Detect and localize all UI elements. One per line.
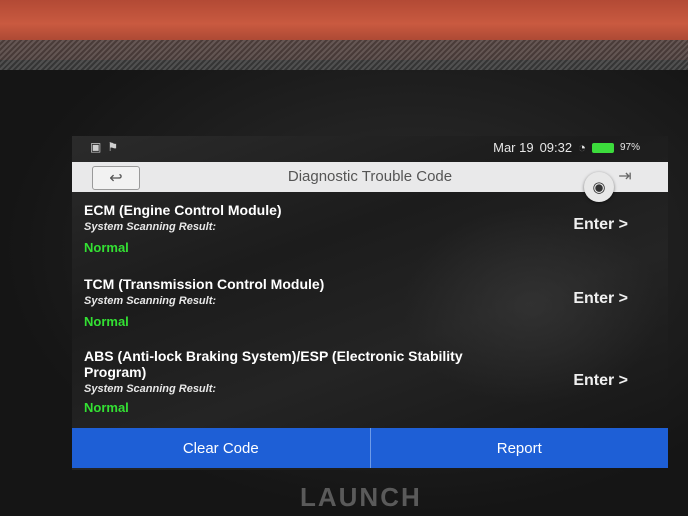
clear-code-button[interactable]: Clear Code <box>72 428 370 468</box>
scan-label: System Scanning Result: <box>84 221 217 233</box>
enter-button[interactable]: Enter > <box>573 216 628 234</box>
scan-result: Normal <box>84 240 129 255</box>
module-name: TCM (Transmission Control Module) <box>84 276 325 292</box>
enter-button[interactable]: Enter > <box>573 290 628 308</box>
module-row-tcm[interactable]: TCM (Transmission Control Module) System… <box>84 276 644 329</box>
page-title: Diagnostic Trouble Code <box>287 168 453 185</box>
module-name: ABS (Anti-lock Braking System)/ESP (Elec… <box>84 348 463 380</box>
scan-label: System Scanning Result: <box>84 383 217 395</box>
camera-icon: ◉ <box>592 179 606 196</box>
battery-level: 97% <box>619 142 640 153</box>
title-bar: ↩ Diagnostic Trouble Code ⇥ <box>72 162 668 192</box>
status-left-icons: ▣ ⚑ <box>90 140 118 154</box>
device-screen: ▣ ⚑ Mar 19 09:32 ◔ 97% ↩ Diagnostic Trou… <box>72 136 668 470</box>
screenshot-button[interactable]: ◉ <box>584 172 614 202</box>
module-row-ecm[interactable]: ECM (Engine Control Module) System Scann… <box>84 202 644 255</box>
scan-result: Normal <box>84 314 129 329</box>
module-name: ECM (Engine Control Module) <box>84 202 282 218</box>
module-row-abs[interactable]: ABS (Anti-lock Braking System)/ESP (Elec… <box>84 348 644 415</box>
scan-label: System Scanning Result: <box>84 295 217 307</box>
scan-result: Normal <box>84 400 129 415</box>
exit-icon: ⇥ <box>618 168 632 185</box>
status-date: Mar 19 <box>493 140 534 155</box>
enter-button[interactable]: Enter > <box>573 372 628 390</box>
status-right: Mar 19 09:32 ◔ 97% <box>493 140 640 155</box>
notification-icon: ▣ <box>90 140 102 154</box>
device-brand-logo: LAUNCH <box>300 482 422 512</box>
vehicle-icon: ⚑ <box>107 140 119 154</box>
wifi-icon: ◔ <box>578 140 586 155</box>
battery-icon <box>591 142 614 153</box>
status-bar: ▣ ⚑ Mar 19 09:32 ◔ 97% <box>72 136 668 160</box>
status-time: 09:32 <box>539 140 573 155</box>
report-button[interactable]: Report <box>369 428 668 468</box>
bottom-action-bar: Clear Code Report <box>72 428 668 468</box>
